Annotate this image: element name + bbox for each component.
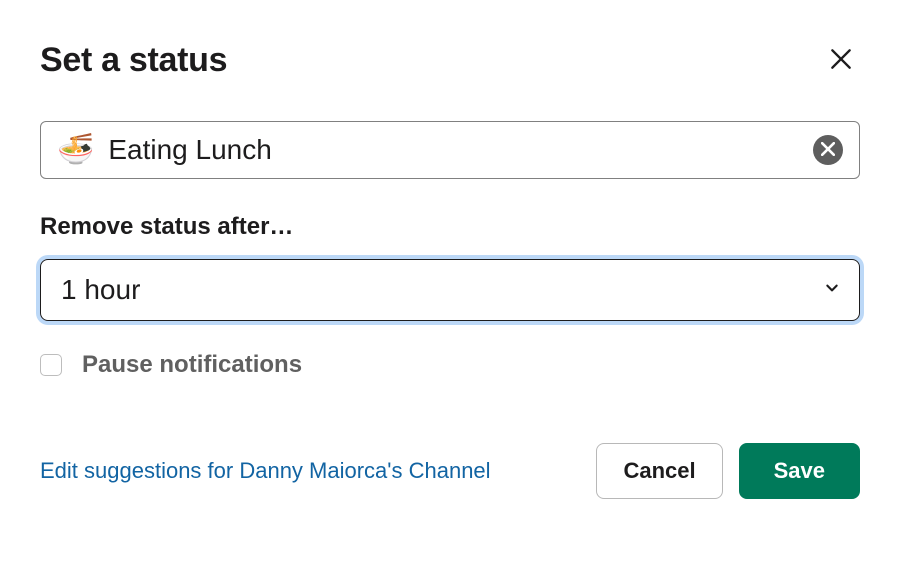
status-text-input[interactable] (108, 134, 799, 166)
pause-notifications-label: Pause notifications (82, 351, 302, 379)
save-button[interactable]: Save (739, 443, 860, 499)
pause-notifications-row: Pause notifications (40, 351, 860, 379)
pause-notifications-checkbox[interactable] (40, 354, 62, 376)
chevron-down-icon (825, 281, 839, 300)
cancel-button[interactable]: Cancel (596, 443, 722, 499)
status-emoji-picker[interactable]: 🍜 (57, 135, 94, 165)
duration-select-value: 1 hour (61, 274, 140, 306)
close-icon (828, 60, 854, 75)
duration-select[interactable]: 1 hour (40, 259, 860, 321)
close-button[interactable] (822, 40, 860, 81)
clear-icon (821, 142, 835, 159)
duration-label: Remove status after… (40, 213, 860, 241)
modal-footer: Edit suggestions for Danny Maiorca's Cha… (40, 443, 860, 499)
footer-buttons: Cancel Save (596, 443, 860, 499)
status-input-container: 🍜 (40, 121, 860, 179)
clear-status-button[interactable] (813, 135, 843, 165)
modal-header: Set a status (40, 40, 860, 81)
edit-suggestions-link[interactable]: Edit suggestions for Danny Maiorca's Cha… (40, 458, 491, 484)
modal-title: Set a status (40, 41, 227, 80)
